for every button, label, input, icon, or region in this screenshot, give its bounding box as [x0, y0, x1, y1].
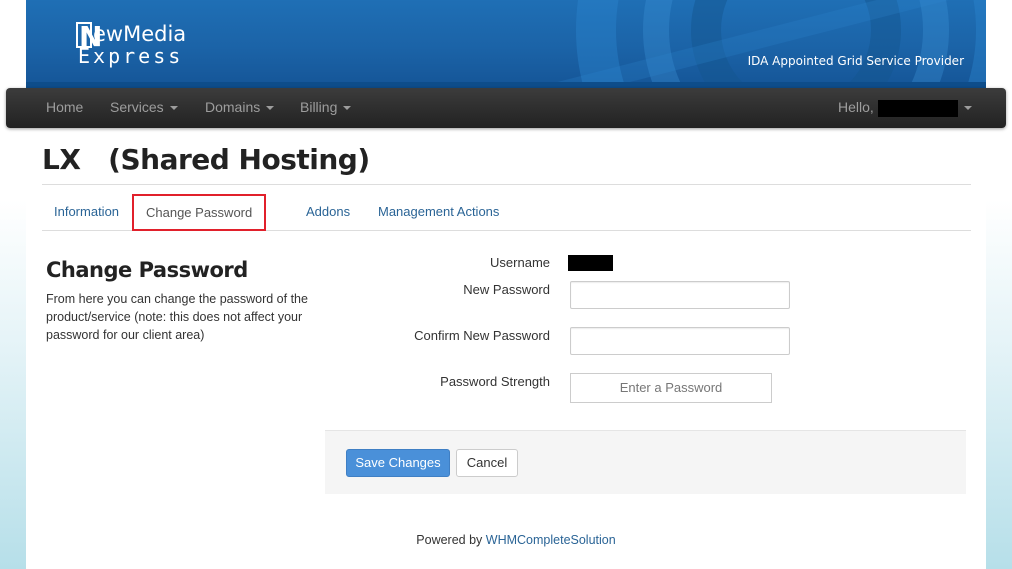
tab-management-actions[interactable]: Management Actions: [366, 194, 511, 231]
chevron-down-icon: [169, 106, 178, 111]
chevron-down-icon: [963, 106, 972, 111]
password-strength-label: Password Strength: [440, 374, 550, 389]
nav-services[interactable]: Services: [110, 88, 178, 128]
page-title: LX (Shared Hosting): [42, 143, 370, 176]
main-navbar: Home Services Domains Billing Hello,: [6, 88, 1006, 128]
username-value-redacted: [568, 255, 613, 271]
footer: Powered by WHMCompleteSolution: [26, 533, 986, 547]
confirm-password-input[interactable]: [570, 327, 790, 355]
page-container: NewMedia Express IDA Appointed Grid Serv…: [26, 0, 986, 569]
tab-change-password[interactable]: Change Password: [132, 194, 267, 231]
footer-powered-by: Powered by: [416, 533, 483, 547]
username-label: Username: [490, 255, 550, 270]
nav-home-label: Home: [46, 99, 84, 115]
hello-label: Hello,: [838, 99, 874, 115]
tab-information[interactable]: Information: [42, 194, 131, 231]
nav-domains-label: Domains: [205, 99, 261, 115]
chevron-down-icon: [266, 106, 275, 111]
section-description: From here you can change the password of…: [46, 292, 308, 342]
form-actions: Save Changes Cancel: [325, 430, 966, 494]
footer-link[interactable]: WHMCompleteSolution: [486, 533, 616, 547]
tab-bar: Information Change Password Addons Manag…: [42, 194, 971, 231]
new-password-label: New Password: [463, 282, 550, 297]
cancel-button[interactable]: Cancel: [456, 449, 518, 477]
password-strength-meter: Enter a Password: [570, 373, 772, 403]
new-password-input[interactable]: [570, 281, 790, 309]
logo-line1: ewMedia: [93, 22, 187, 46]
tab-addons[interactable]: Addons: [294, 194, 362, 231]
nav-domains[interactable]: Domains: [205, 88, 275, 128]
nav-user-menu[interactable]: Hello,: [838, 88, 972, 128]
nav-home[interactable]: Home: [46, 88, 83, 128]
section-heading: Change Password: [46, 258, 248, 282]
company-logo[interactable]: NewMedia Express: [76, 20, 186, 66]
chevron-down-icon: [343, 106, 352, 111]
divider: [42, 184, 971, 185]
logo-initial: N: [76, 22, 102, 51]
username-redacted: [877, 99, 958, 117]
nav-services-label: Services: [110, 99, 164, 115]
header-banner: NewMedia Express IDA Appointed Grid Serv…: [26, 0, 986, 88]
save-changes-button[interactable]: Save Changes: [346, 449, 450, 477]
nav-billing[interactable]: Billing: [300, 88, 352, 128]
nav-billing-label: Billing: [300, 99, 338, 115]
tagline: IDA Appointed Grid Service Provider: [747, 54, 964, 68]
banner-decoration: [534, 0, 986, 88]
confirm-password-label: Confirm New Password: [414, 328, 550, 343]
